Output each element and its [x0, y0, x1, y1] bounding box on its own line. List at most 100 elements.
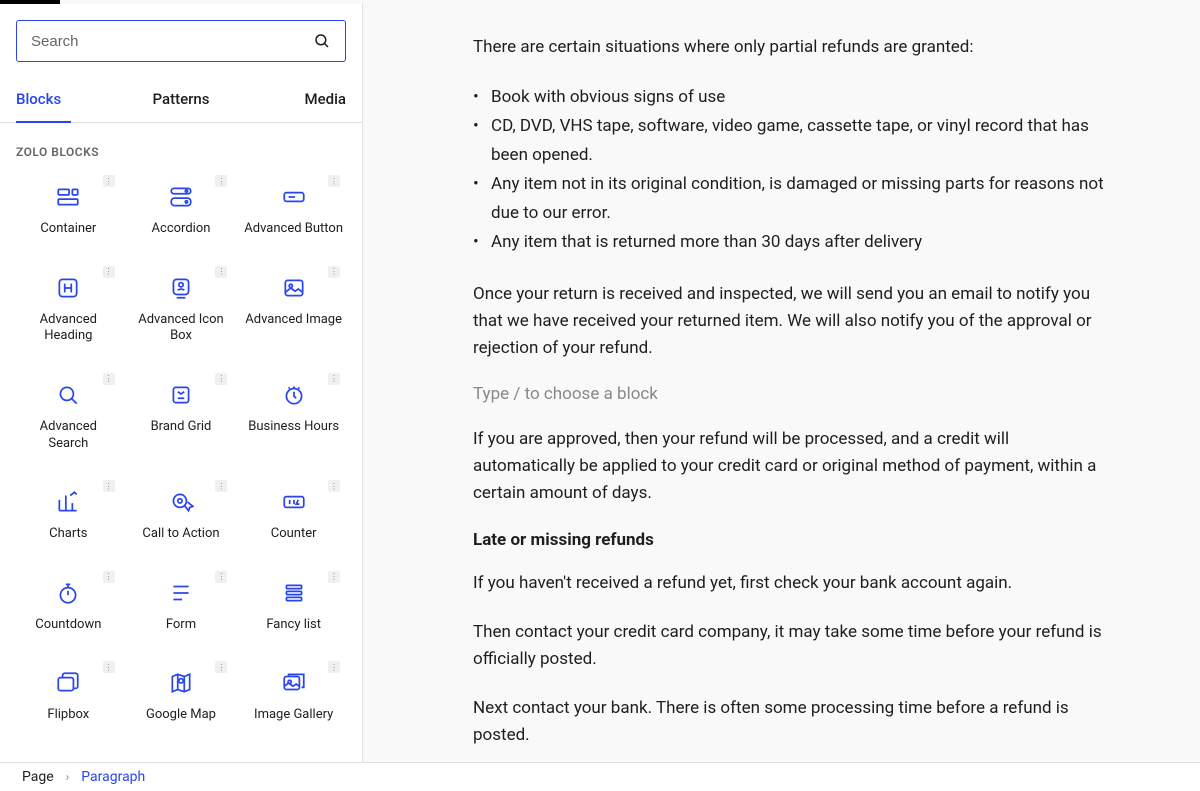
accordion-icon: [167, 183, 195, 211]
block-label: Call to Action: [142, 526, 219, 543]
block-label: Charts: [49, 526, 87, 543]
chevron-right-icon: ›: [66, 770, 70, 784]
block-image-gallery[interactable]: ⋮ Image Gallery: [237, 655, 350, 742]
block-advanced-button[interactable]: ⋮ Advanced Button: [237, 169, 350, 256]
block-brand-grid[interactable]: ⋮ Brand Grid: [125, 367, 238, 470]
pro-badge-icon: ⋮: [328, 571, 340, 583]
list-item[interactable]: Any item not in its original condition, …: [473, 170, 1113, 228]
button-icon: [280, 183, 308, 211]
paragraph[interactable]: Once your return is received and inspect…: [473, 281, 1113, 363]
pro-badge-icon: ⋮: [215, 661, 227, 673]
image-icon: [280, 274, 308, 302]
search-block-icon: [54, 381, 82, 409]
pro-badge-icon: ⋮: [103, 571, 115, 583]
block-form[interactable]: ⋮ Form: [125, 565, 238, 652]
pro-badge-icon: ⋮: [103, 175, 115, 187]
clock-icon: [280, 381, 308, 409]
paragraph[interactable]: There are certain situations where only …: [473, 34, 1113, 61]
block-label: Brand Grid: [151, 419, 212, 436]
list-item[interactable]: CD, DVD, VHS tape, software, video game,…: [473, 112, 1113, 170]
block-advanced-heading[interactable]: ⋮ Advanced Heading: [12, 260, 125, 363]
block-label: Google Map: [146, 707, 216, 724]
block-label: Container: [40, 221, 96, 238]
paragraph[interactable]: If you haven't received a refund yet, fi…: [473, 570, 1113, 597]
block-advanced-search[interactable]: ⋮ Advanced Search: [12, 367, 125, 470]
pro-badge-icon: ⋮: [328, 175, 340, 187]
gallery-icon: [280, 669, 308, 697]
flipbox-icon: [54, 669, 82, 697]
block-label: Fancy list: [266, 617, 321, 634]
breadcrumb-root[interactable]: Page: [22, 769, 54, 785]
block-call-to-action[interactable]: ⋮ Call to Action: [125, 474, 238, 561]
countdown-icon: [54, 579, 82, 607]
block-google-map[interactable]: ⋮ Google Map: [125, 655, 238, 742]
block-label: Advanced Button: [244, 221, 343, 238]
brand-grid-icon: [167, 381, 195, 409]
block-inserter-panel: Blocks Patterns Media ZOLO BLOCKS ⋮ Cont…: [0, 4, 363, 762]
inserter-tabs: Blocks Patterns Media: [0, 78, 362, 123]
form-icon: [167, 579, 195, 607]
icon-box-icon: [167, 274, 195, 302]
block-label: Counter: [271, 526, 317, 543]
pro-badge-icon: ⋮: [328, 266, 340, 278]
block-label: Image Gallery: [254, 707, 333, 724]
pro-badge-icon: ⋮: [103, 661, 115, 673]
block-label: Advanced Image: [245, 312, 342, 329]
heading-icon: [54, 274, 82, 302]
pro-badge-icon: ⋮: [215, 266, 227, 278]
container-icon: [54, 183, 82, 211]
block-label: Advanced Heading: [18, 312, 118, 346]
cta-icon: [167, 488, 195, 516]
paragraph[interactable]: Then contact your credit card company, i…: [473, 619, 1113, 673]
editor-content[interactable]: There are certain situations where only …: [363, 4, 1200, 762]
pro-badge-icon: ⋮: [328, 373, 340, 385]
search-icon: [313, 32, 331, 50]
pro-badge-icon: ⋮: [103, 480, 115, 492]
paragraph[interactable]: If you are approved, then your refund wi…: [473, 426, 1113, 508]
search-input-wrapper[interactable]: [16, 20, 346, 62]
breadcrumb: Page › Paragraph: [0, 762, 1200, 791]
pro-badge-icon: ⋮: [215, 373, 227, 385]
pro-badge-icon: ⋮: [215, 480, 227, 492]
block-label: Form: [166, 617, 196, 634]
pro-badge-icon: ⋮: [215, 571, 227, 583]
tab-blocks[interactable]: Blocks: [16, 78, 126, 122]
block-charts[interactable]: ⋮ Charts: [12, 474, 125, 561]
pro-badge-icon: ⋮: [215, 175, 227, 187]
charts-icon: [54, 488, 82, 516]
tab-media[interactable]: Media: [236, 78, 346, 122]
map-icon: [167, 669, 195, 697]
counter-icon: [280, 488, 308, 516]
list-item[interactable]: Book with obvious signs of use: [473, 83, 1113, 112]
pro-badge-icon: ⋮: [103, 266, 115, 278]
block-flipbox[interactable]: ⋮ Flipbox: [12, 655, 125, 742]
block-advanced-icon-box[interactable]: ⋮ Advanced Icon Box: [125, 260, 238, 363]
pro-badge-icon: ⋮: [103, 373, 115, 385]
block-accordion[interactable]: ⋮ Accordion: [125, 169, 238, 256]
block-label: Advanced Search: [18, 419, 118, 453]
pro-badge-icon: ⋮: [328, 661, 340, 673]
block-business-hours[interactable]: ⋮ Business Hours: [237, 367, 350, 470]
search-input[interactable]: [31, 33, 313, 50]
block-label: Flipbox: [47, 707, 89, 724]
block-label: Advanced Icon Box: [131, 312, 231, 346]
block-counter[interactable]: ⋮ Counter: [237, 474, 350, 561]
block-label: Business Hours: [248, 419, 339, 436]
heading[interactable]: Late or missing refunds: [473, 530, 1152, 550]
list-item[interactable]: Any item that is returned more than 30 d…: [473, 228, 1113, 257]
blocks-grid: ⋮ Container ⋮ Accordion ⋮ Advanced Butto…: [0, 169, 362, 762]
empty-block-placeholder[interactable]: Type / to choose a block: [473, 384, 1152, 404]
block-label: Accordion: [152, 221, 211, 238]
bullet-list[interactable]: Book with obvious signs of use CD, DVD, …: [473, 83, 1113, 256]
block-countdown[interactable]: ⋮ Countdown: [12, 565, 125, 652]
tab-patterns[interactable]: Patterns: [126, 78, 236, 122]
list-icon: [280, 579, 308, 607]
block-fancy-list[interactable]: ⋮ Fancy list: [237, 565, 350, 652]
block-advanced-image[interactable]: ⋮ Advanced Image: [237, 260, 350, 363]
block-container[interactable]: ⋮ Container: [12, 169, 125, 256]
pro-badge-icon: ⋮: [328, 480, 340, 492]
breadcrumb-current[interactable]: Paragraph: [81, 769, 145, 785]
section-label: ZOLO BLOCKS: [0, 123, 362, 169]
paragraph[interactable]: Next contact your bank. There is often s…: [473, 695, 1113, 749]
block-label: Countdown: [35, 617, 101, 634]
